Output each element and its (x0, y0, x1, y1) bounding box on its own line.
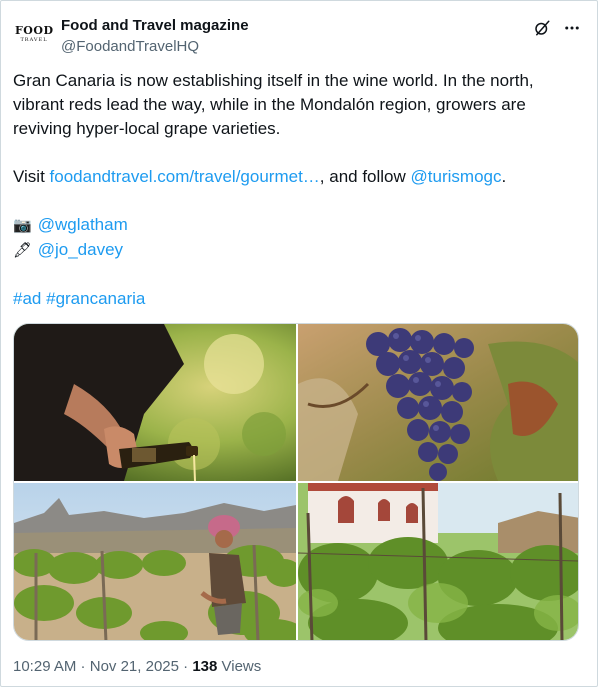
article-link[interactable]: foodandtravel.com/travel/gourmet… (50, 167, 320, 186)
vineyard-worker-photo[interactable] (14, 483, 296, 640)
display-name[interactable]: Food and Travel magazine (61, 17, 249, 34)
vineyard-house-photo[interactable] (298, 483, 578, 640)
tweet-card: FOOD TRAVEL Food and Travel magazine @Fo… (0, 0, 598, 687)
visit-suffix: . (501, 167, 507, 186)
wine-pouring-photo[interactable] (14, 324, 296, 481)
meta-dot: · (178, 658, 193, 675)
mention-turismogc[interactable]: @turismogc (411, 167, 502, 186)
avatar-logo-subtext: TRAVEL (20, 37, 48, 43)
mention-wglatham[interactable]: @wglatham (38, 215, 128, 234)
avatar-logo-text: FOOD (15, 24, 54, 37)
more-options-icon[interactable] (563, 19, 581, 37)
visit-prefix: Visit (13, 167, 50, 186)
hashtag-grancanaria[interactable]: #grancanaria (46, 289, 145, 308)
user-handle[interactable]: @FoodandTravelHQ (61, 38, 199, 55)
views-count: 138 (192, 658, 218, 675)
mention-jo-davey[interactable]: @jo_davey (38, 240, 123, 259)
meta-separator: · (76, 658, 90, 675)
pen-icon: 🖋 (13, 242, 33, 259)
hashtag-ad[interactable]: #ad (13, 289, 41, 308)
tweet-time[interactable]: 10:29 AM (13, 658, 76, 675)
writer-credit-line: 🖋 @jo_davey (13, 238, 583, 263)
tweet-paragraph: Gran Canaria is now establishing itself … (13, 71, 534, 138)
tweet-date[interactable]: Nov 21, 2025 (90, 658, 179, 675)
camera-icon: 📷 (13, 217, 32, 234)
grok-icon[interactable] (533, 19, 551, 37)
grape-bunch-photo[interactable] (298, 324, 578, 481)
photo-credit-line: 📷 @wglatham (13, 213, 583, 238)
visit-middle: , and follow (319, 167, 411, 186)
tweet-header: FOOD TRAVEL Food and Travel magazine @Fo… (13, 13, 585, 59)
hashtags-line: #ad #grancanaria (13, 287, 583, 311)
tweet-meta: 10:29 AM · Nov 21, 2025 · 138 Views (13, 658, 261, 675)
views-label: Views (217, 658, 262, 675)
visit-line: Visit foodandtravel.com/travel/gourmet…,… (13, 165, 583, 189)
media-grid (13, 323, 579, 641)
tweet-text: Gran Canaria is now establishing itself … (13, 69, 583, 311)
avatar[interactable]: FOOD TRAVEL (15, 25, 53, 47)
